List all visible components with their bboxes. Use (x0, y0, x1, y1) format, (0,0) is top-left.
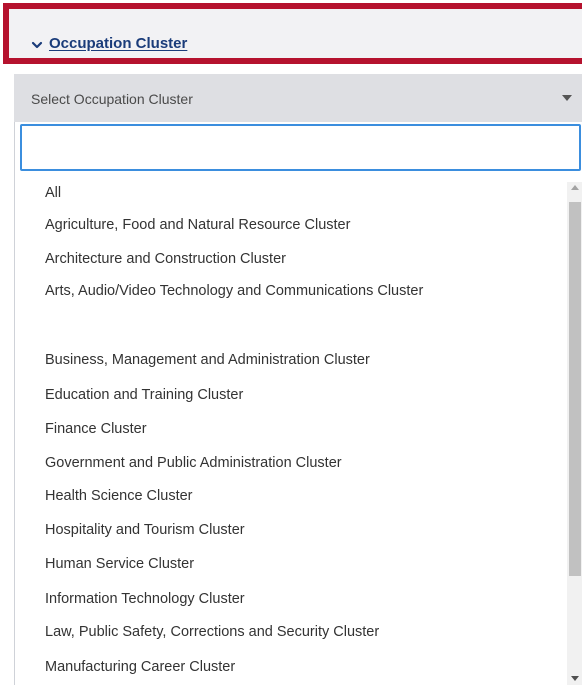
option-health-science[interactable]: Health Science Cluster (45, 485, 525, 507)
option-all[interactable]: All (45, 182, 525, 204)
option-manufacturing[interactable]: Manufacturing Career Cluster (45, 656, 525, 678)
option-law-public-safety[interactable]: Law, Public Safety, Corrections and Secu… (45, 621, 525, 643)
caret-down-icon[interactable] (562, 95, 572, 101)
option-education[interactable]: Education and Training Cluster (45, 384, 525, 406)
select-placeholder: Select Occupation Cluster (31, 91, 193, 107)
occupation-cluster-dropdown: All Agriculture, Food and Natural Resour… (14, 122, 582, 685)
option-architecture[interactable]: Architecture and Construction Cluster (45, 248, 525, 270)
option-government[interactable]: Government and Public Administration Clu… (45, 452, 525, 474)
option-human-service[interactable]: Human Service Cluster (45, 553, 525, 575)
occupation-cluster-link[interactable]: Occupation Cluster (49, 36, 187, 51)
option-hospitality[interactable]: Hospitality and Tourism Cluster (45, 519, 525, 541)
occupation-cluster-select[interactable]: Select Occupation Cluster (14, 74, 582, 122)
occupation-cluster-header: Occupation Cluster (3, 3, 582, 64)
scroll-up-arrow-icon[interactable] (571, 185, 579, 190)
options-list: All Agriculture, Food and Natural Resour… (15, 182, 567, 685)
header-toggle[interactable]: Occupation Cluster (31, 36, 187, 51)
options-scrollbar[interactable] (567, 182, 582, 685)
option-agriculture[interactable]: Agriculture, Food and Natural Resource C… (45, 214, 525, 236)
scroll-thumb[interactable] (569, 202, 581, 576)
option-information-technology[interactable]: Information Technology Cluster (45, 588, 525, 610)
option-business[interactable]: Business, Management and Administration … (45, 349, 525, 371)
chevron-down-icon[interactable] (31, 38, 43, 50)
dropdown-search-input[interactable] (20, 124, 581, 171)
scroll-down-arrow-icon[interactable] (571, 676, 579, 681)
option-finance[interactable]: Finance Cluster (45, 418, 525, 440)
dropdown-search-wrap (15, 122, 582, 177)
option-arts[interactable]: Arts, Audio/Video Technology and Communi… (45, 280, 525, 302)
